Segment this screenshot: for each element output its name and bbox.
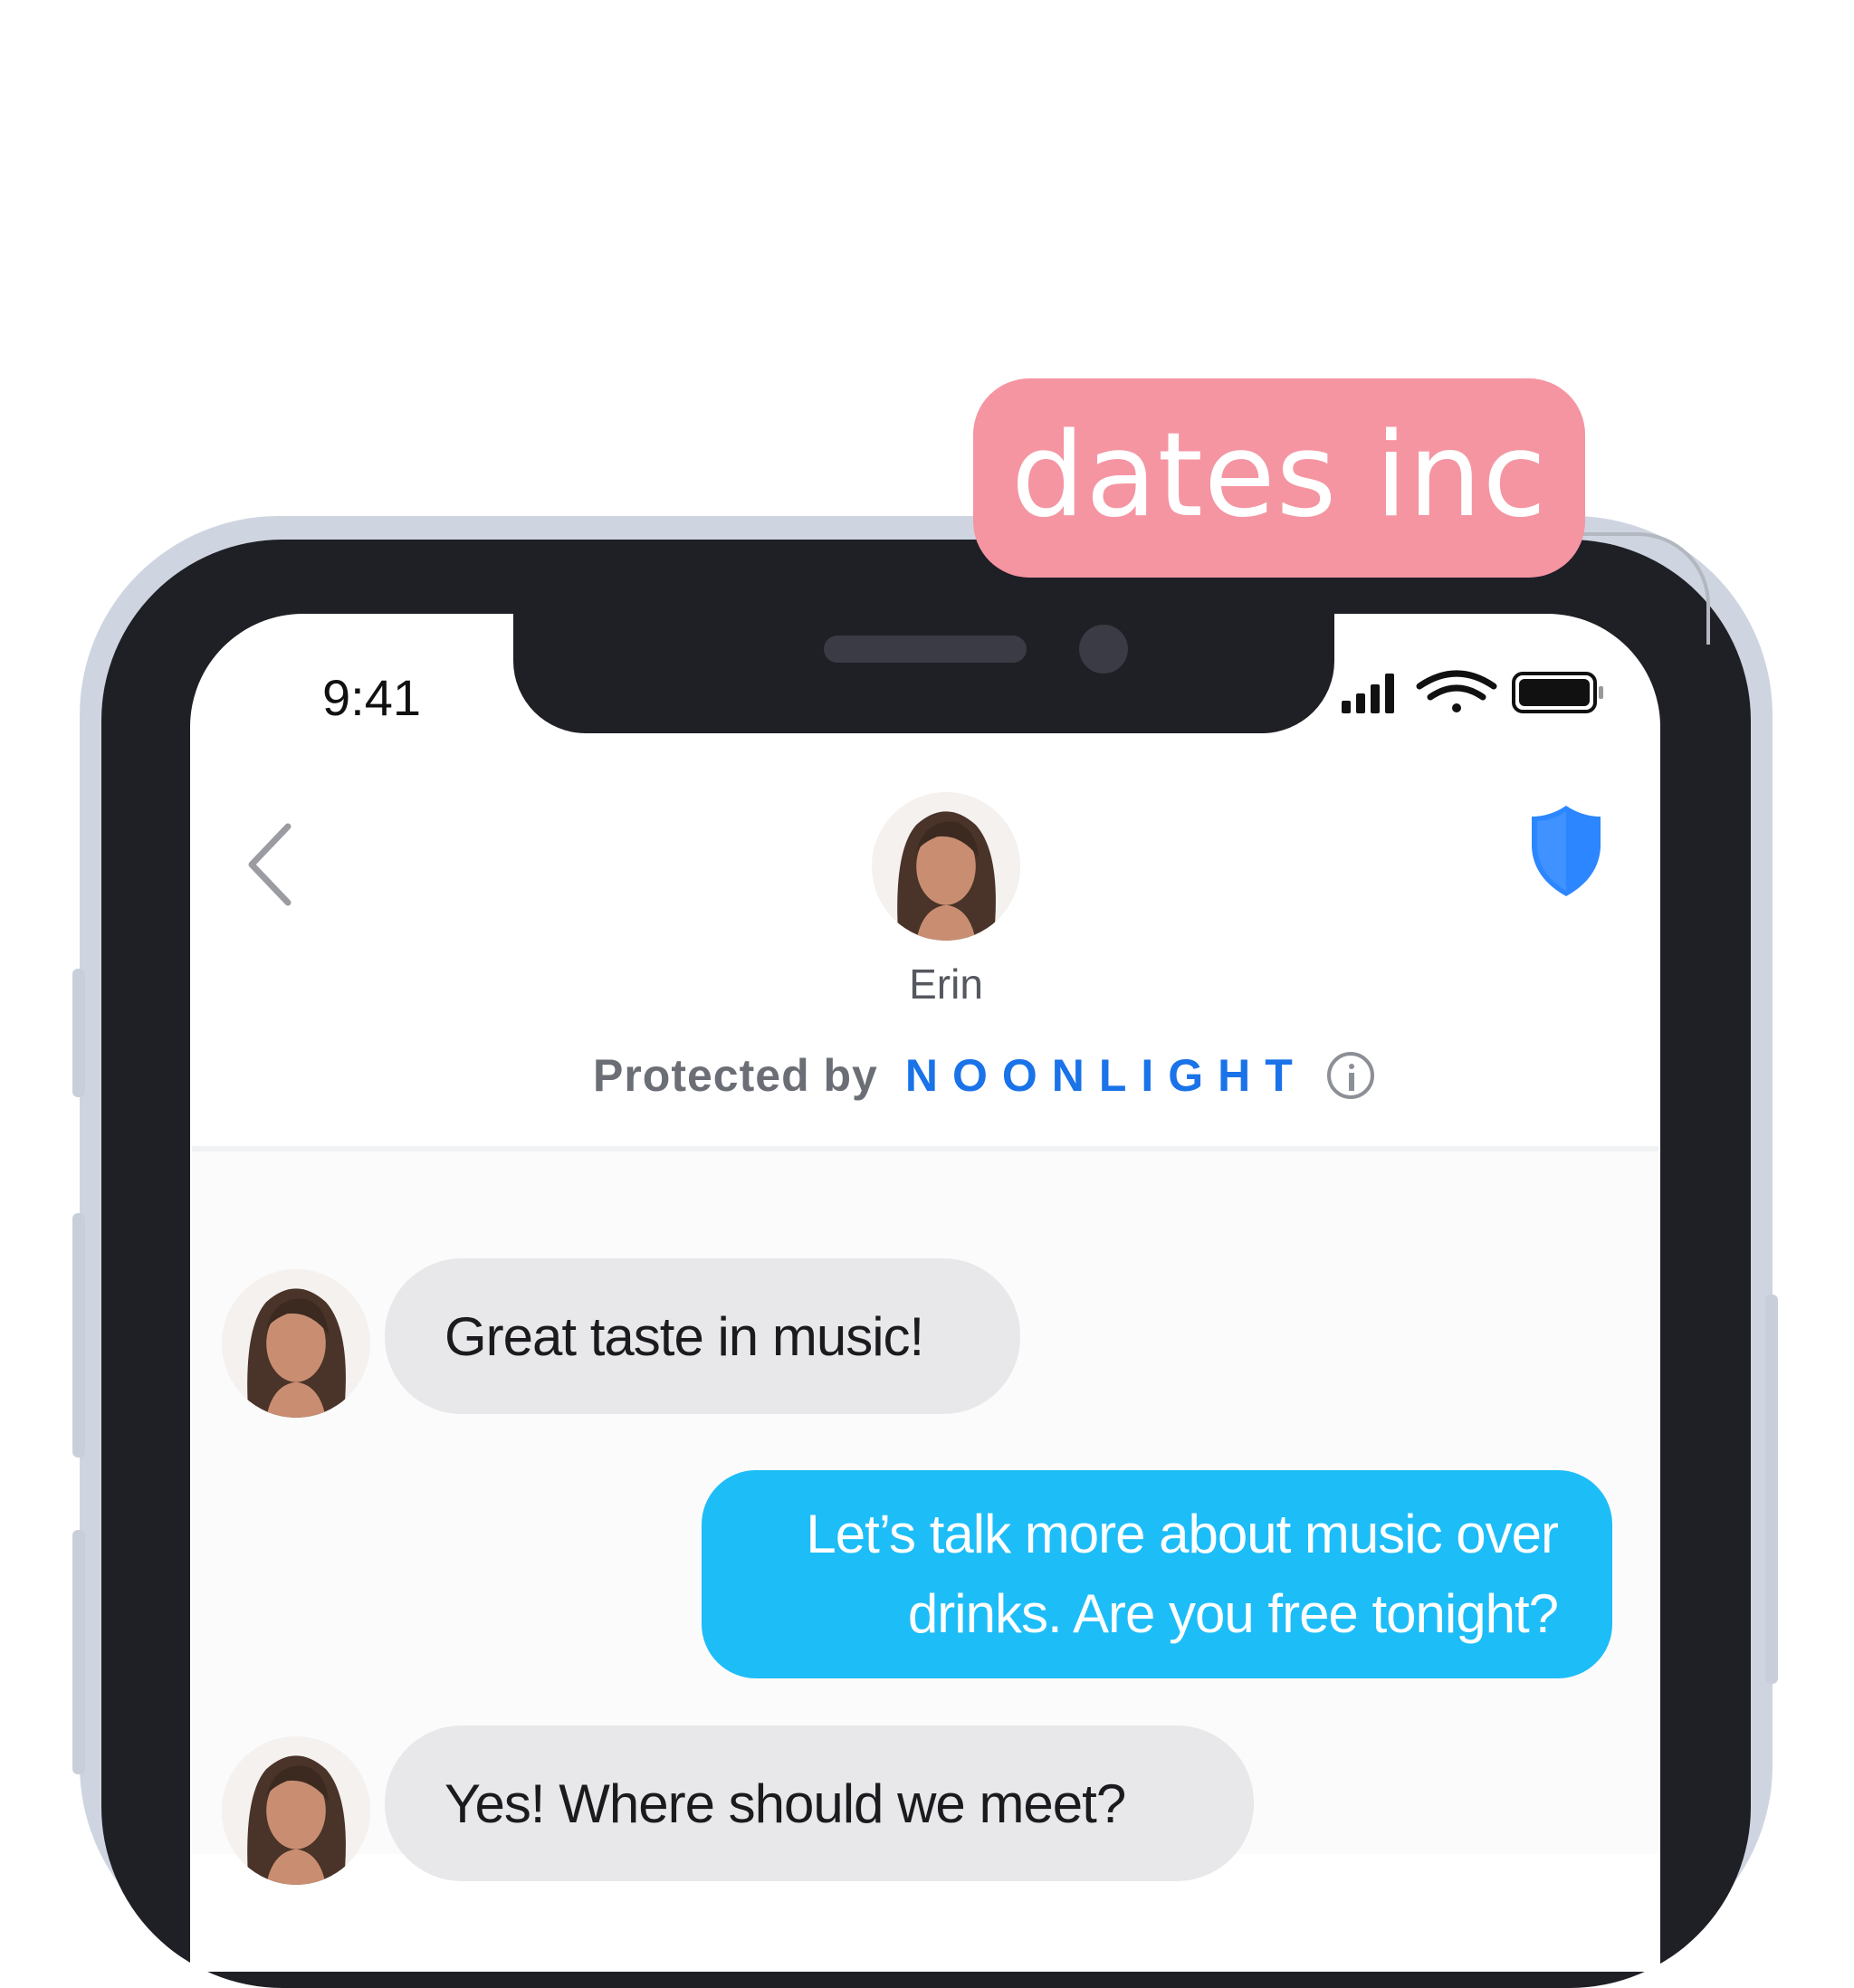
incoming-message-bubble[interactable]: Great taste in music! — [385, 1258, 1020, 1414]
status-icons — [1342, 670, 1603, 713]
message-avatar — [222, 1269, 370, 1418]
avatar-portrait — [222, 1736, 370, 1885]
shield-icon[interactable] — [1530, 804, 1602, 898]
noonlight-logo: NOONLIGHT — [904, 1050, 1307, 1101]
wifi-icon — [1416, 670, 1497, 712]
avatar-portrait — [222, 1269, 370, 1418]
earpiece-speaker — [824, 636, 1027, 663]
message-text: Yes! Where should we meet? — [444, 1773, 1126, 1834]
message-text-line: Let’s talk more about music over — [806, 1504, 1559, 1564]
contact-avatar[interactable] — [872, 792, 1020, 941]
contact-name[interactable]: Erin — [810, 960, 1082, 1008]
header-divider — [192, 1146, 1658, 1152]
avatar-portrait — [872, 792, 1020, 941]
message-text-line: drinks. Are you free tonight? — [907, 1583, 1559, 1644]
protected-by-row: Protected by NOONLIGHT — [593, 1048, 1374, 1103]
info-icon[interactable] — [1326, 1052, 1374, 1099]
message-text: Let’s talk more about music over drinks.… — [806, 1495, 1559, 1654]
brand-badge: dates inc — [973, 378, 1585, 578]
phone-side-button — [72, 969, 85, 1097]
badge-connector-arc — [1580, 532, 1710, 645]
cellular-signal-icon — [1342, 674, 1394, 713]
chevron-left-icon[interactable] — [243, 819, 297, 910]
incoming-message-bubble[interactable]: Yes! Where should we meet? — [385, 1725, 1254, 1881]
battery-icon — [1512, 672, 1603, 713]
phone-volume-down-button — [72, 1530, 85, 1774]
brand-name: dates inc — [1010, 407, 1548, 543]
message-avatar — [222, 1736, 370, 1885]
front-camera — [1079, 625, 1128, 674]
phone-power-button — [1765, 1295, 1778, 1684]
phone-volume-up-button — [72, 1213, 85, 1458]
message-text: Great taste in music! — [444, 1305, 924, 1367]
protected-by-label: Protected by — [593, 1050, 878, 1101]
outgoing-message-bubble[interactable]: Let’s talk more about music over drinks.… — [702, 1470, 1612, 1678]
status-time: 9:41 — [322, 669, 421, 726]
